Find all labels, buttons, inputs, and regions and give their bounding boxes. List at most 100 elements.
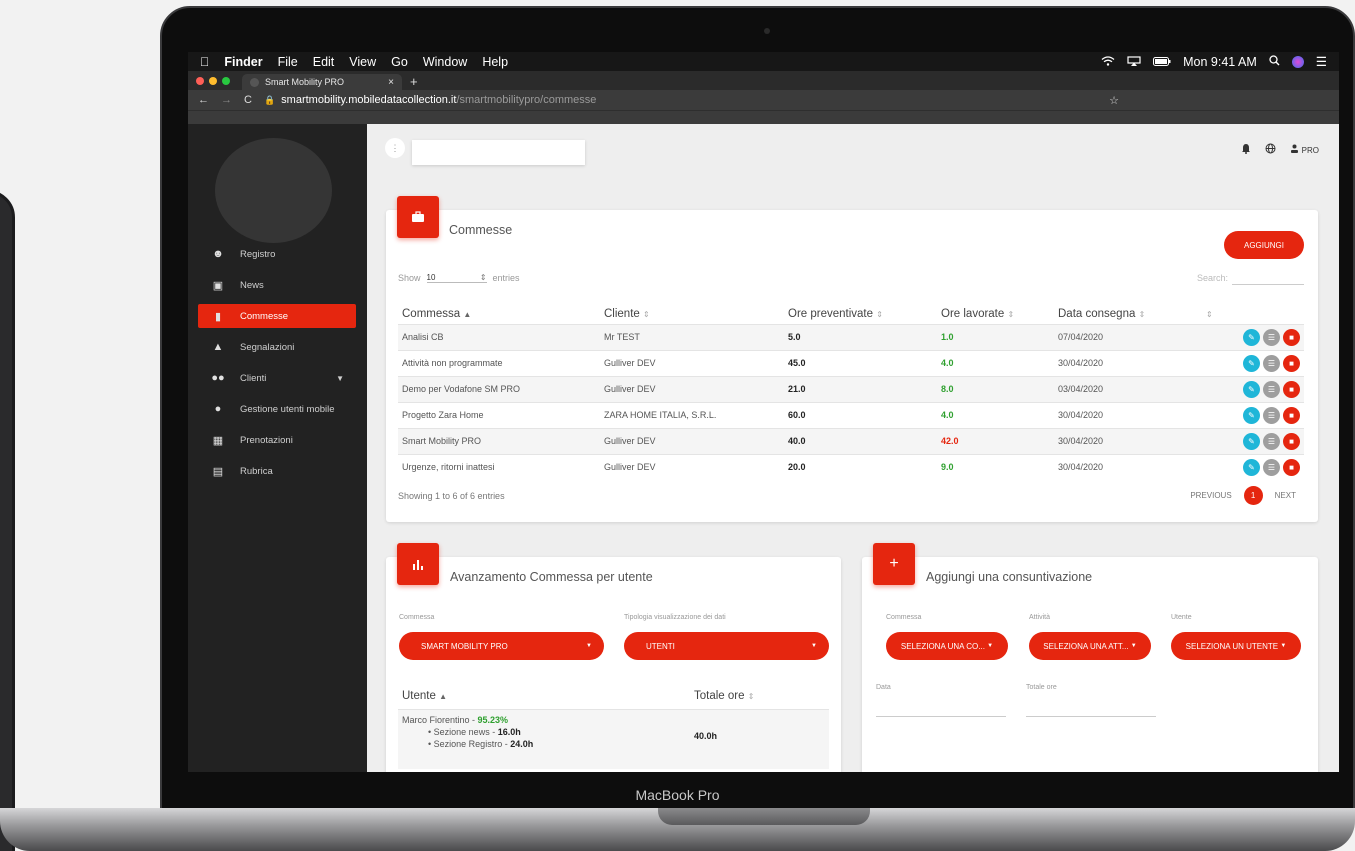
- cell-cliente: Gulliver DEV: [600, 427, 784, 454]
- sidebar-item-commesse[interactable]: ▮ Commesse: [198, 304, 356, 328]
- clock[interactable]: Mon 9:41 AM: [1183, 55, 1257, 69]
- browser-tab[interactable]: Smart Mobility PRO ×: [242, 74, 402, 90]
- delete-icon[interactable]: ■: [1283, 354, 1300, 372]
- add-commessa-button[interactable]: AGGIUNGI: [1224, 231, 1304, 259]
- delete-icon[interactable]: ■: [1283, 432, 1300, 450]
- commessa-select[interactable]: SMART MOBILITY PRO ▼: [399, 632, 604, 660]
- cons-commessa-select[interactable]: SELEZIONA UNA CO... ▼: [886, 632, 1008, 660]
- pagination: PREVIOUS 1 NEXT: [1190, 486, 1296, 505]
- more-menu-icon[interactable]: ⋮: [385, 138, 405, 158]
- cell-ore-preventivate: 20.0: [784, 453, 937, 480]
- user-menu[interactable]: PRO: [1290, 144, 1319, 156]
- zoom-window-button[interactable]: [222, 76, 230, 85]
- forward-icon[interactable]: →: [221, 94, 232, 106]
- cell-cliente: ZARA HOME ITALIA, S.R.L.: [600, 401, 784, 428]
- cons-utente-label: Utente: [1171, 614, 1192, 621]
- edit-icon[interactable]: ✎: [1243, 380, 1260, 398]
- cons-data-input[interactable]: [876, 716, 1006, 717]
- minimize-window-button[interactable]: [209, 76, 217, 85]
- delete-icon[interactable]: ■: [1283, 458, 1300, 476]
- cons-utente-select[interactable]: SELEZIONA UN UTENTE ▼: [1171, 632, 1301, 660]
- close-window-button[interactable]: [196, 76, 204, 85]
- document-icon[interactable]: ☰: [1263, 328, 1280, 346]
- control-center-icon[interactable]: ☰: [1316, 54, 1327, 69]
- col-commessa[interactable]: Commessa ▲: [398, 304, 600, 324]
- top-search-input[interactable]: [412, 140, 585, 165]
- menu-finder[interactable]: Finder: [224, 55, 262, 69]
- cons-attivita-select[interactable]: SELEZIONA UNA ATT... ▼: [1029, 632, 1151, 660]
- table-row: Analisi CB Mr TEST 5.0 1.0 07/04/2020 ✎ ☰ ■: [398, 323, 1304, 350]
- menu-window[interactable]: Window: [423, 55, 467, 69]
- cell-cliente: Gulliver DEV: [600, 375, 784, 402]
- table-search-input[interactable]: [1232, 273, 1304, 285]
- menu-edit[interactable]: Edit: [313, 55, 335, 69]
- menu-help[interactable]: Help: [482, 55, 508, 69]
- sidebar-item-segnalazioni[interactable]: ▲ Segnalazioni: [198, 335, 356, 359]
- document-icon[interactable]: ☰: [1263, 354, 1280, 372]
- cell-actions: ✎ ☰ ■: [1202, 323, 1304, 350]
- document-icon[interactable]: ☰: [1263, 432, 1280, 450]
- siri-icon[interactable]: [1291, 55, 1304, 68]
- delete-icon[interactable]: ■: [1283, 328, 1300, 346]
- cell-ore-lavorate: 42.0: [937, 427, 1054, 454]
- cell-commessa: Progetto Zara Home: [398, 401, 600, 428]
- document-icon[interactable]: ☰: [1263, 380, 1280, 398]
- edit-icon[interactable]: ✎: [1243, 458, 1260, 476]
- menu-file[interactable]: File: [278, 55, 298, 69]
- showing-entries: Showing 1 to 6 of 6 entries: [398, 491, 505, 501]
- edit-icon[interactable]: ✎: [1243, 354, 1260, 372]
- sidebar-item-rubrica[interactable]: ▤ Rubrica: [198, 459, 356, 483]
- document-icon[interactable]: ☰: [1263, 406, 1280, 424]
- screen:  Finder File Edit View Go Window Help M…: [188, 52, 1339, 772]
- apple-icon[interactable]: : [200, 55, 209, 69]
- new-tab-button[interactable]: +: [410, 73, 418, 90]
- table-row: Demo per Vodafone SM PRO Gulliver DEV 21.0…: [398, 375, 1304, 402]
- col-ore-lavorate[interactable]: Ore lavorate ⇕: [937, 304, 1054, 324]
- wifi-icon[interactable]: [1101, 55, 1115, 69]
- tipologia-select[interactable]: UTENTI ▼: [624, 632, 829, 660]
- device-label: MacBook Pro: [635, 787, 720, 803]
- back-icon[interactable]: ←: [198, 94, 209, 106]
- delete-icon[interactable]: ■: [1283, 380, 1300, 398]
- col-data-consegna[interactable]: Data consegna ⇕: [1054, 304, 1202, 324]
- previous-button[interactable]: PREVIOUS: [1190, 491, 1231, 500]
- col-totale-ore[interactable]: Totale ore ⇕: [694, 690, 754, 702]
- next-button[interactable]: NEXT: [1275, 491, 1296, 500]
- sidebar-nav: ☻ Registro ▣ News ▮ Commesse ▲ Segnalazi…: [198, 242, 356, 490]
- reload-icon[interactable]: C: [244, 94, 252, 106]
- document-icon[interactable]: ☰: [1263, 458, 1280, 476]
- col-cliente[interactable]: Cliente ⇕: [600, 304, 784, 324]
- cell-ore-preventivate: 45.0: [784, 349, 937, 376]
- edit-icon[interactable]: ✎: [1243, 328, 1260, 346]
- sidebar-item-prenotazioni[interactable]: ▦ Prenotazioni: [198, 428, 356, 452]
- col-utente[interactable]: Utente ▲: [402, 690, 447, 702]
- delete-icon[interactable]: ■: [1283, 406, 1300, 424]
- url-field[interactable]: smartmobility.mobiledatacollection.it/sm…: [281, 94, 596, 106]
- page-1-button[interactable]: 1: [1243, 486, 1263, 505]
- col-actions[interactable]: ⇕: [1202, 304, 1304, 324]
- show-entries-select[interactable]: 10 ⇕: [426, 273, 487, 283]
- globe-icon[interactable]: [1265, 143, 1276, 157]
- edit-icon[interactable]: ✎: [1243, 406, 1260, 424]
- cons-totale-input[interactable]: [1026, 716, 1156, 717]
- bell-icon[interactable]: [1241, 143, 1251, 157]
- caret-down-icon: ▼: [987, 643, 994, 649]
- mac-menubar:  Finder File Edit View Go Window Help M…: [188, 52, 1339, 71]
- sidebar-item-gestione-utenti[interactable]: ● Gestione utenti mobile: [198, 397, 356, 421]
- sidebar-item-clienti[interactable]: ●● Clienti ▼: [198, 366, 356, 390]
- col-ore-preventivate[interactable]: Ore preventivate ⇕: [784, 304, 937, 324]
- sidebar-item-news[interactable]: ▣ News: [198, 273, 356, 297]
- bookmark-star-icon[interactable]: ☆: [1109, 94, 1119, 107]
- airplay-icon[interactable]: [1127, 55, 1141, 69]
- menu-go[interactable]: Go: [391, 55, 408, 69]
- lock-icon: 🔒: [263, 94, 276, 105]
- user-icon: [1290, 144, 1302, 156]
- battery-icon[interactable]: [1153, 55, 1171, 69]
- menu-view[interactable]: View: [349, 55, 376, 69]
- sidebar-item-registro[interactable]: ☻ Registro: [198, 242, 356, 266]
- phone-edge: [0, 190, 15, 851]
- spotlight-icon[interactable]: [1269, 54, 1280, 69]
- edit-icon[interactable]: ✎: [1243, 432, 1260, 450]
- cell-ore-preventivate: 60.0: [784, 401, 937, 428]
- tab-close-icon[interactable]: ×: [388, 77, 394, 88]
